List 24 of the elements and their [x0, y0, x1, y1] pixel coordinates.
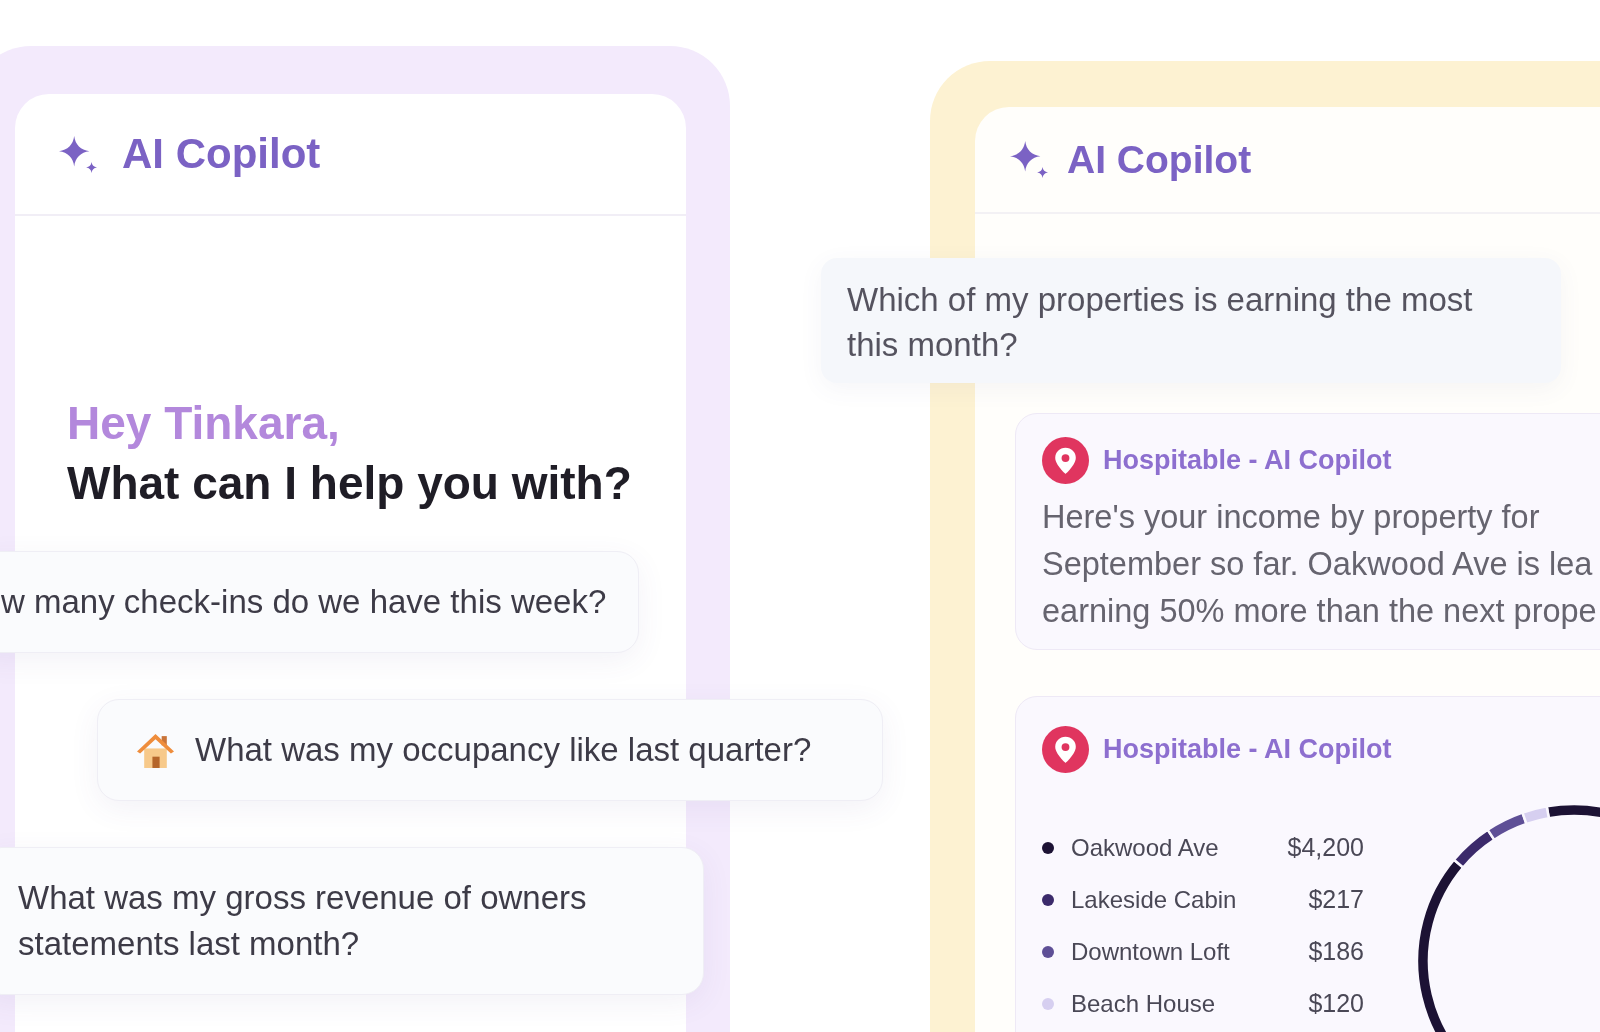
user-message: Which of my properties is earning the most this month?: [821, 258, 1561, 383]
legend-label: Oakwood Ave: [1071, 833, 1219, 863]
sparkle-icon: [1010, 141, 1048, 178]
legend-value: $217: [1308, 884, 1364, 916]
legend-value: $4,200: [1287, 832, 1364, 864]
legend-label: Downtown Loft: [1071, 937, 1230, 967]
sparkle-icon: [59, 135, 97, 173]
house-icon: [137, 731, 174, 769]
pin-logo-icon: [1042, 437, 1089, 484]
reply-text: Here's your income by property for September so far. Oakwood Ave is lea earning 50% more than the next prope: [1042, 498, 1597, 631]
legend-value: $186: [1308, 936, 1364, 968]
legend-label: Beach House: [1071, 989, 1216, 1019]
sender-name: Hospitable - AI Copilot: [1103, 444, 1392, 478]
pin-logo-icon: [1042, 726, 1089, 773]
suggestion-chip[interactable]: What was my gross revenue of owners statements last month?: [0, 847, 704, 995]
app-title: AI Copilot: [122, 133, 321, 175]
suggestion-chip[interactable]: What was my occupancy like last quarter?: [97, 699, 883, 801]
legend-label: Lakeside Cabin: [1071, 885, 1237, 915]
headline: What can I help you with?: [67, 456, 632, 511]
greeting-text: Hey Tinkara,: [67, 396, 340, 451]
app-title: AI Copilot: [1067, 140, 1252, 179]
legend-value: $120: [1308, 988, 1364, 1020]
sender-name: Hospitable - AI Copilot: [1103, 733, 1392, 767]
suggestion-chip[interactable]: w many check-ins do we have this week?: [0, 551, 640, 653]
